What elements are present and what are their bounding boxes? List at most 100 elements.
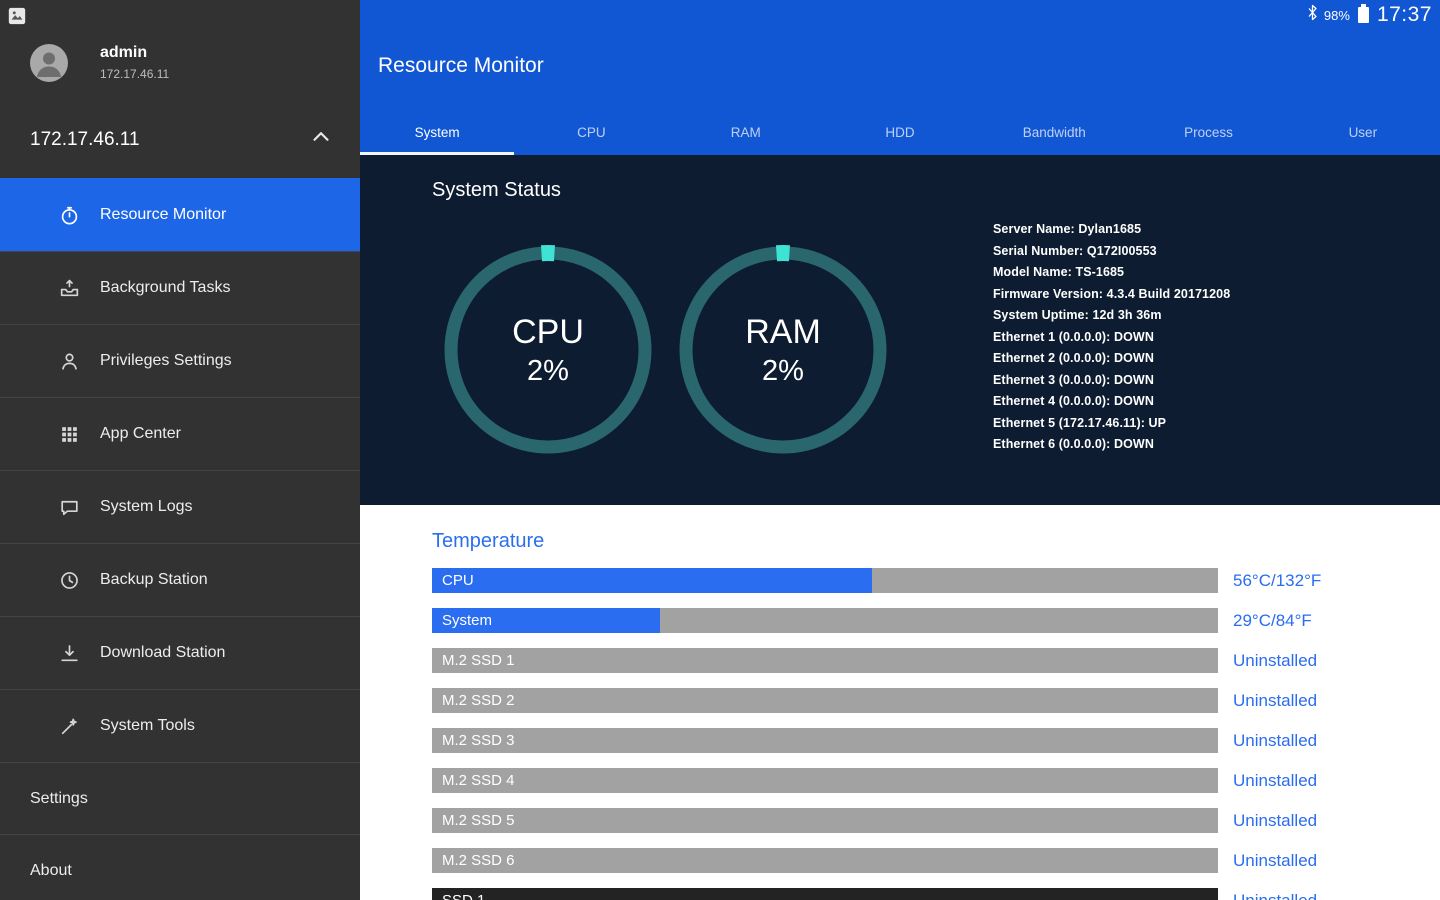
tab-bar: SystemCPURAMHDDBandwidthProcessUser bbox=[360, 109, 1440, 155]
tab-hdd[interactable]: HDD bbox=[823, 109, 977, 155]
gauge-text: CPU 2% bbox=[443, 245, 653, 455]
sidebar-item-label: Privileges Settings bbox=[100, 352, 232, 370]
tab-ram[interactable]: RAM bbox=[669, 109, 823, 155]
temperature-bar-fill bbox=[432, 568, 872, 593]
temperature-value: Uninstalled bbox=[1233, 691, 1317, 711]
system-status-title: System Status bbox=[432, 179, 561, 202]
temperature-value: Uninstalled bbox=[1233, 811, 1317, 831]
gauge-value: 2% bbox=[762, 355, 804, 388]
sidebar-item-label: Backup Station bbox=[100, 571, 208, 589]
temperature-value: Uninstalled bbox=[1233, 851, 1317, 871]
chevron-up-icon[interactable] bbox=[308, 124, 334, 156]
temperature-row-m-2-ssd-5: M.2 SSD 5 Uninstalled bbox=[432, 808, 1440, 833]
sidebar-item-label: System Logs bbox=[100, 498, 192, 516]
server-address: 172.17.46.11 bbox=[30, 129, 140, 151]
sidebar-item-label: Settings bbox=[30, 790, 88, 808]
temperature-rows: CPU56°C/132°F System29°C/84°F M.2 SSD 1 Uni… bbox=[432, 568, 1440, 900]
sidebar-item-app-center[interactable]: App Center bbox=[0, 397, 360, 470]
system-info-line: Ethernet 1 (0.0.0.0): DOWN bbox=[993, 327, 1230, 349]
temperature-value: Uninstalled bbox=[1233, 651, 1317, 671]
temperature-row-ssd-1: SSD 1Uninstalled bbox=[432, 888, 1440, 900]
tab-user[interactable]: User bbox=[1286, 109, 1440, 155]
cpu-gauge: CPU 2% bbox=[443, 245, 653, 455]
gauges: CPU 2% RAM 2% bbox=[443, 245, 888, 455]
gauge-icon bbox=[56, 204, 82, 227]
tab-cpu[interactable]: CPU bbox=[514, 109, 668, 155]
temperature-bar-label: M.2 SSD 6 bbox=[442, 848, 515, 873]
ram-gauge: RAM 2% bbox=[678, 245, 888, 455]
temperature-value: 56°C/132°F bbox=[1233, 571, 1321, 591]
user-name: admin bbox=[100, 44, 169, 62]
temperature-row-cpu: CPU56°C/132°F bbox=[432, 568, 1440, 593]
server-selector[interactable]: 172.17.46.11 bbox=[0, 110, 360, 170]
sidebar-item-backup-station[interactable]: Backup Station bbox=[0, 543, 360, 616]
sidebar-item-label: About bbox=[30, 862, 72, 880]
qnap-resource-monitor-screen: admin 172.17.46.11 172.17.46.11 Resource… bbox=[0, 0, 1440, 900]
screenshot-notification-icon bbox=[7, 6, 27, 26]
temperature-row-m-2-ssd-2: M.2 SSD 2 Uninstalled bbox=[432, 688, 1440, 713]
sidebar-item-settings[interactable]: Settings bbox=[0, 762, 360, 834]
system-info-line: Ethernet 4 (0.0.0.0): DOWN bbox=[993, 391, 1230, 413]
temperature-bar-label: M.2 SSD 5 bbox=[442, 808, 515, 833]
system-info-line: Serial Number: Q172I00553 bbox=[993, 241, 1230, 263]
gauge-text: RAM 2% bbox=[678, 245, 888, 455]
temperature-row-m-2-ssd-4: M.2 SSD 4Uninstalled bbox=[432, 768, 1440, 793]
sidebar-item-system-logs[interactable]: System Logs bbox=[0, 470, 360, 543]
grid-icon bbox=[56, 423, 82, 446]
android-status-bar: 98% 17:37 bbox=[1306, 3, 1432, 27]
temperature-bar: M.2 SSD 2 bbox=[432, 688, 1218, 713]
temperature-bar-label: SSD 1 bbox=[442, 888, 485, 900]
temperature-bar: M.2 SSD 5 bbox=[432, 808, 1218, 833]
system-info-line: Firmware Version: 4.3.4 Build 20171208 bbox=[993, 284, 1230, 306]
temperature-bar: M.2 SSD 6 bbox=[432, 848, 1218, 873]
sidebar-item-label: Download Station bbox=[100, 644, 225, 662]
temperature-bar-label: M.2 SSD 2 bbox=[442, 688, 515, 713]
system-info-line: Ethernet 2 (0.0.0.0): DOWN bbox=[993, 348, 1230, 370]
temperature-row-system: System29°C/84°F bbox=[432, 608, 1440, 633]
gauge-label: CPU bbox=[512, 313, 584, 352]
sidebar-item-download-station[interactable]: Download Station bbox=[0, 616, 360, 689]
page-title: Resource Monitor bbox=[378, 54, 544, 78]
sidebar-item-label: Background Tasks bbox=[100, 279, 230, 297]
chat-icon bbox=[56, 496, 82, 519]
system-status-panel: System Status CPU 2% RAM 2% Server Name:… bbox=[360, 155, 1440, 505]
person-icon bbox=[56, 350, 82, 373]
app-header: 98% 17:37 Resource Monitor SystemCPURAMH… bbox=[360, 0, 1440, 155]
user-text: admin 172.17.46.11 bbox=[100, 44, 169, 81]
system-info-line: Ethernet 5 (172.17.46.11): UP bbox=[993, 413, 1230, 435]
gauge-label: RAM bbox=[745, 313, 821, 352]
clock-text: 17:37 bbox=[1377, 3, 1432, 27]
sidebar-item-background-tasks[interactable]: Background Tasks bbox=[0, 251, 360, 324]
tab-bandwidth[interactable]: Bandwidth bbox=[977, 109, 1131, 155]
system-info-line: Ethernet 3 (0.0.0.0): DOWN bbox=[993, 370, 1230, 392]
sidebar: admin 172.17.46.11 172.17.46.11 Resource… bbox=[0, 0, 360, 900]
history-icon bbox=[56, 569, 82, 592]
tab-system[interactable]: System bbox=[360, 109, 514, 155]
temperature-value: Uninstalled bbox=[1233, 771, 1317, 791]
system-info: Server Name: Dylan1685Serial Number: Q17… bbox=[993, 219, 1230, 456]
temperature-row-m-2-ssd-1: M.2 SSD 1 Uninstalled bbox=[432, 648, 1440, 673]
sidebar-item-label: System Tools bbox=[100, 717, 195, 735]
sidebar-item-about[interactable]: About bbox=[0, 834, 360, 900]
download-icon bbox=[56, 642, 82, 665]
temperature-value: Uninstalled bbox=[1233, 731, 1317, 751]
user-ip: 172.17.46.11 bbox=[100, 67, 169, 81]
temperature-bar-label: System bbox=[442, 608, 492, 633]
tab-process[interactable]: Process bbox=[1131, 109, 1285, 155]
sidebar-item-privileges-settings[interactable]: Privileges Settings bbox=[0, 324, 360, 397]
temperature-title: Temperature bbox=[432, 530, 544, 553]
sidebar-item-label: App Center bbox=[100, 425, 181, 443]
system-info-line: Server Name: Dylan1685 bbox=[993, 219, 1230, 241]
battery-icon bbox=[1358, 7, 1369, 23]
temperature-bar-label: M.2 SSD 1 bbox=[442, 648, 515, 673]
sidebar-menu: Resource Monitor Background Tasks Privileg… bbox=[0, 178, 360, 900]
temperature-row-m-2-ssd-3: M.2 SSD 3 Uninstalled bbox=[432, 728, 1440, 753]
temperature-bar: M.2 SSD 3 bbox=[432, 728, 1218, 753]
system-info-line: System Uptime: 12d 3h 36m bbox=[993, 305, 1230, 327]
bluetooth-icon bbox=[1306, 4, 1319, 26]
temperature-bar: M.2 SSD 1 bbox=[432, 648, 1218, 673]
main-area: 98% 17:37 Resource Monitor SystemCPURAMH… bbox=[360, 0, 1440, 900]
sidebar-item-resource-monitor[interactable]: Resource Monitor bbox=[0, 178, 360, 251]
sidebar-item-system-tools[interactable]: System Tools bbox=[0, 689, 360, 762]
temperature-bar: SSD 1 bbox=[432, 888, 1218, 900]
